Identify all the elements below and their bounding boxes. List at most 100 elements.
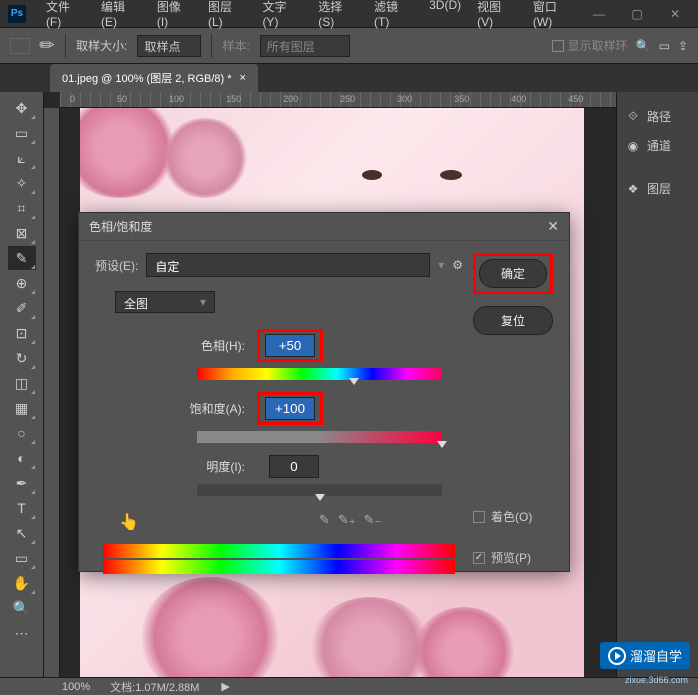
colorize-checkbox[interactable]: 着色(O) [473, 508, 553, 525]
paths-icon: ⟐ [625, 109, 641, 125]
dialog-close-button[interactable]: ✕ [547, 218, 559, 235]
color-bar-after [103, 560, 455, 574]
right-panels: ⟐ 路径 ◉ 通道 ❖ 图层 [616, 92, 698, 677]
eyedropper-subtract-icon[interactable]: ✎₋ [364, 512, 382, 528]
main-menu: 文件(F) 编辑(E) 图像(I) 图层(L) 文字(Y) 选择(S) 滤镜(T… [38, 0, 584, 33]
eraser-tool[interactable]: ◫ [8, 371, 36, 395]
saturation-input[interactable] [265, 397, 315, 420]
search-icon[interactable]: 🔍 [636, 39, 651, 53]
dialog-title: 色相/饱和度 [89, 218, 152, 235]
reset-button[interactable]: 复位 [473, 306, 553, 335]
document-tabs: 01.jpeg @ 100% (图层 2, RGB/8) * × [0, 64, 698, 92]
edit-toolbar[interactable]: ⋯ [8, 621, 36, 645]
hue-input[interactable] [265, 334, 315, 357]
share-icon[interactable]: ⇪ [678, 39, 688, 53]
sample-size-select[interactable]: 取样点 [137, 35, 201, 57]
menu-file[interactable]: 文件(F) [38, 0, 93, 33]
saturation-slider[interactable] [197, 431, 442, 443]
frame-tool[interactable]: ⊠ [8, 221, 36, 245]
watermark-url: zixue.3d66.com [625, 675, 688, 685]
targeted-adjustment-icon[interactable]: 👆 [119, 512, 139, 532]
ok-highlight: 确定 [473, 253, 553, 294]
watermark-badge: 溜溜自学 [600, 642, 690, 669]
healing-tool[interactable]: ⊕ [8, 271, 36, 295]
lasso-tool[interactable]: ⟀ [8, 146, 36, 170]
checkbox-icon [552, 40, 564, 52]
ok-button[interactable]: 确定 [479, 259, 547, 288]
move-tool[interactable]: ✥ [8, 96, 36, 120]
maximize-button[interactable]: ▢ [622, 4, 652, 24]
paths-panel[interactable]: ⟐ 路径 [617, 102, 698, 131]
layers-panel[interactable]: ❖ 图层 [617, 174, 698, 203]
hue-highlight [257, 329, 323, 362]
pen-tool[interactable]: ✒ [8, 471, 36, 495]
eyedropper-tool[interactable]: ✎ [8, 246, 36, 270]
menu-window[interactable]: 窗口(W) [525, 0, 584, 33]
path-select-tool[interactable]: ↖ [8, 521, 36, 545]
show-ring-checkbox[interactable]: 显示取样环 [552, 37, 628, 54]
hue-label: 色相(H): [155, 337, 245, 354]
document-tab[interactable]: 01.jpeg @ 100% (图层 2, RGB/8) * × [50, 64, 258, 92]
home-icon[interactable] [10, 38, 30, 54]
stamp-tool[interactable]: ⊡ [8, 321, 36, 345]
eyedropper-icon[interactable]: ✎ [319, 512, 330, 528]
menu-3d[interactable]: 3D(D) [421, 0, 469, 33]
channels-icon: ◉ [625, 138, 641, 154]
close-button[interactable]: ✕ [660, 4, 690, 24]
horizontal-ruler[interactable]: 050100150200250300350400450500 [60, 92, 616, 108]
gradient-tool[interactable]: ▦ [8, 396, 36, 420]
rectangle-tool[interactable]: ▭ [8, 546, 36, 570]
saturation-highlight [257, 392, 323, 425]
toolbox: ✥ ▭ ⟀ ✧ ⌗ ⊠ ✎ ⊕ ✐ ⊡ ↻ ◫ ▦ ○ ◐ ✒ T ↖ ▭ ✋ … [0, 92, 44, 677]
gear-icon[interactable]: ⚙ [452, 258, 463, 272]
window-controls: — ▢ ✕ [584, 4, 690, 24]
menu-filter[interactable]: 滤镜(T) [366, 0, 421, 33]
type-tool[interactable]: T [8, 496, 36, 520]
title-bar: Ps 文件(F) 编辑(E) 图像(I) 图层(L) 文字(Y) 选择(S) 滤… [0, 0, 698, 28]
minimize-button[interactable]: — [584, 4, 614, 24]
checkbox-checked-icon [473, 552, 485, 564]
screen-mode-icon[interactable]: ▭ [659, 39, 670, 53]
menu-layer[interactable]: 图层(L) [200, 0, 254, 33]
history-brush-tool[interactable]: ↻ [8, 346, 36, 370]
eyedropper-tool-icon: ✎ [35, 33, 61, 59]
sample-layers-label: 样本: [222, 37, 249, 54]
menu-image[interactable]: 图像(I) [149, 0, 200, 33]
zoom-tool[interactable]: 🔍 [8, 596, 36, 620]
menu-type[interactable]: 文字(Y) [254, 0, 310, 33]
menu-edit[interactable]: 编辑(E) [93, 0, 149, 33]
eyedropper-add-icon[interactable]: ✎₊ [338, 512, 356, 528]
preview-checkbox[interactable]: 预览(P) [473, 549, 553, 566]
ps-logo: Ps [8, 5, 26, 23]
sample-layers-select[interactable]: 所有图层 [260, 35, 350, 57]
lightness-slider[interactable] [197, 484, 442, 496]
blur-tool[interactable]: ○ [8, 421, 36, 445]
status-bar: 100% 文档:1.07M/2.88M ▶ [0, 677, 698, 695]
lightness-input[interactable] [269, 455, 319, 478]
play-icon [608, 647, 626, 665]
quick-select-tool[interactable]: ✧ [8, 171, 36, 195]
sample-size-label: 取样大小: [76, 37, 127, 54]
tab-close-icon[interactable]: × [240, 72, 246, 84]
preset-select[interactable]: 自定 [146, 253, 430, 277]
zoom-value[interactable]: 100% [62, 681, 90, 693]
marquee-tool[interactable]: ▭ [8, 121, 36, 145]
show-ring-label: 显示取样环 [568, 37, 628, 54]
channel-select[interactable]: 全图 ▾ [115, 291, 215, 313]
hue-saturation-dialog: 色相/饱和度 ✕ 预设(E): 自定 ▾ ⚙ 全图 ▾ 色相(H): [78, 212, 570, 572]
dodge-tool[interactable]: ◐ [8, 446, 36, 470]
hand-tool[interactable]: ✋ [8, 571, 36, 595]
channels-panel[interactable]: ◉ 通道 [617, 131, 698, 160]
menu-view[interactable]: 视图(V) [469, 0, 525, 33]
crop-tool[interactable]: ⌗ [8, 196, 36, 220]
menu-select[interactable]: 选择(S) [310, 0, 366, 33]
hue-slider[interactable] [197, 368, 442, 380]
dialog-header[interactable]: 色相/饱和度 ✕ [79, 213, 569, 241]
doc-info[interactable]: 文档:1.07M/2.88M [110, 679, 199, 695]
checkbox-icon [473, 511, 485, 523]
layers-icon: ❖ [625, 181, 641, 197]
options-bar: ✎ 取样大小: 取样点 样本: 所有图层 显示取样环 🔍 ▭ ⇪ [0, 28, 698, 64]
lightness-label: 明度(I): [155, 458, 245, 475]
vertical-ruler[interactable] [44, 108, 60, 677]
brush-tool[interactable]: ✐ [8, 296, 36, 320]
